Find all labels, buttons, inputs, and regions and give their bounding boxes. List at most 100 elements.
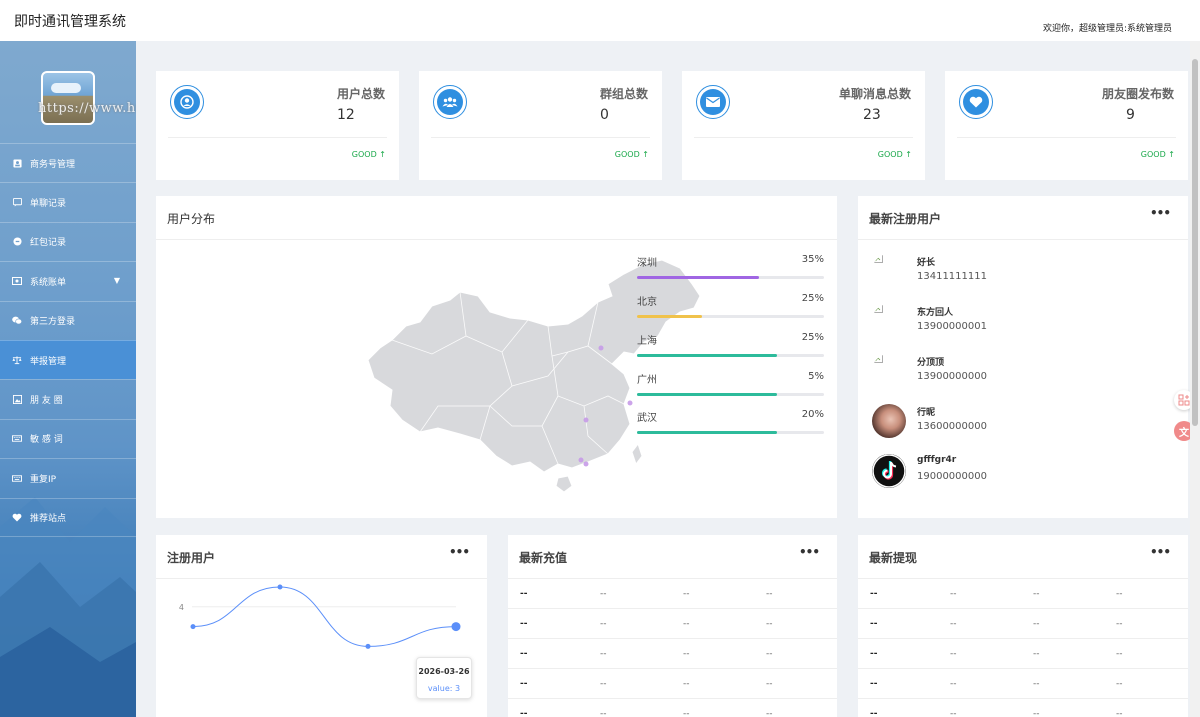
table-cell: -- [683, 709, 690, 717]
sidebar: https://www.huzhan.com/ishop47990 商务号管理 … [0, 41, 136, 717]
sidebar-item-chat-records[interactable]: 单聊记录 [0, 182, 136, 221]
table-cell: -- [1116, 709, 1123, 717]
data-point [277, 584, 283, 590]
status-badge: GOOD ↑ [877, 150, 912, 159]
table-row[interactable]: -- -- -- -- [858, 699, 1188, 717]
more-icon[interactable]: ••• [1150, 545, 1171, 559]
table-row[interactable]: -- -- -- -- [508, 669, 837, 699]
stat-value: 12 [337, 107, 355, 123]
user-name: 东方回人 [917, 308, 954, 318]
table-cell: -- [950, 589, 957, 599]
keyboard-icon [12, 434, 22, 444]
sidebar-item-business-accounts[interactable]: 商务号管理 [0, 143, 136, 182]
progress-bar [637, 431, 824, 434]
user-icon [170, 85, 204, 119]
sidebar-item-system-bills[interactable]: 系统账单 ▼ [0, 261, 136, 300]
stat-label: 群组总数 [599, 87, 648, 101]
city-name: 广州 [637, 375, 657, 386]
table-cell: -- [600, 589, 607, 599]
coin-icon [12, 237, 22, 247]
user-distribution-panel: 用户分布 深圳 35% 北京 25% 上海 25% 广州 5% 武汉 20% [156, 196, 837, 518]
sidebar-item-third-party-login[interactable]: 第三方登录 [0, 300, 136, 340]
user-phone: 13411111111 [917, 271, 987, 282]
table-cell: -- [950, 679, 957, 689]
sidebar-item-label: 第三方登录 [30, 317, 76, 328]
user-name: 行昵 [917, 408, 936, 418]
stat-label: 用户总数 [336, 87, 385, 101]
arrow-up-icon: ↑ [905, 150, 912, 159]
user-name: gfffgr4r [917, 455, 957, 465]
data-point [190, 624, 196, 630]
stat-label: 单聊消息总数 [838, 87, 911, 101]
chart-tooltip: 2026-03-26 value: 3 [416, 657, 472, 699]
table-cell: -- [520, 649, 528, 659]
city-stat-beijing: 北京 25% [637, 293, 824, 318]
table-cell: -- [600, 709, 607, 717]
sidebar-item-duplicate-ip[interactable]: 重复IP [0, 458, 136, 497]
city-percent: 25% [801, 293, 824, 304]
table-cell: -- [1033, 679, 1040, 689]
stat-card-moments: 朋友圈发布数 9 GOOD ↑ [945, 71, 1188, 180]
table-cell: -- [520, 589, 528, 599]
table-cell: -- [766, 649, 773, 659]
more-icon[interactable]: ••• [1150, 206, 1171, 220]
table-cell: -- [950, 709, 957, 717]
data-point [451, 622, 461, 632]
sidebar-item-moments[interactable]: 朋 友 圈 [0, 379, 136, 418]
user-phone: 19000000000 [917, 471, 987, 482]
sidebar-item-red-packets[interactable]: 红包记录 [0, 221, 136, 261]
sidebar-item-label: 敏 感 词 [30, 435, 63, 446]
table-row[interactable]: -- -- -- -- [858, 609, 1188, 639]
status-badge: GOOD ↑ [351, 150, 386, 159]
table-cell: -- [870, 619, 878, 629]
table-row[interactable]: -- -- -- -- [508, 579, 837, 609]
table-cell: -- [1033, 619, 1040, 629]
arrow-up-icon: ↑ [1168, 150, 1175, 159]
more-icon[interactable]: ••• [799, 545, 820, 559]
user-name: 好长 [917, 258, 936, 268]
city-stat-shanghai: 上海 25% [637, 332, 824, 357]
heart-icon [959, 85, 993, 119]
table-cell: -- [870, 649, 878, 659]
page-scrollbar[interactable] [1190, 41, 1200, 717]
sidebar-item-label: 系统账单 [30, 277, 67, 288]
tooltip-value: value: 3 [427, 684, 461, 693]
table-cell: -- [870, 589, 878, 599]
table-row[interactable]: -- -- -- -- [858, 669, 1188, 699]
bill-icon [12, 276, 22, 286]
latest-users-panel: 最新注册用户 ••• 好长 13411111111 东方回人 139000000… [858, 196, 1188, 518]
city-stat-shenzhen: 深圳 35% [637, 254, 824, 279]
sidebar-item-label: 红包记录 [30, 238, 67, 249]
scale-icon [12, 355, 22, 365]
table-cell: -- [683, 679, 690, 689]
table-cell: -- [870, 709, 878, 717]
table-row[interactable]: -- -- -- -- [508, 639, 837, 669]
admin-avatar[interactable] [41, 71, 95, 125]
registered-users-panel: 注册用户 ••• 864 2026-03-26 value: 3 [156, 535, 487, 717]
table-row[interactable]: -- -- -- -- [508, 699, 837, 717]
sidebar-item-recommended-sites[interactable]: 推荐站点 [0, 497, 136, 537]
sidebar-item-label: 举报管理 [30, 356, 67, 367]
table-row[interactable]: -- -- -- -- [508, 609, 837, 639]
table-row[interactable]: -- -- -- -- [858, 579, 1188, 609]
city-percent: 25% [801, 332, 824, 343]
more-icon[interactable]: ••• [449, 545, 470, 559]
table-cell: -- [1033, 589, 1040, 599]
panel-title: 用户分布 [156, 196, 837, 240]
sidebar-item-label: 商务号管理 [30, 159, 76, 170]
progress-bar [637, 315, 824, 318]
progress-bar [637, 276, 824, 279]
sidebar-item-label: 朋 友 圈 [30, 396, 63, 407]
user-name: 分顶顶 [917, 358, 945, 368]
table-cell: -- [683, 649, 690, 659]
table-cell: -- [520, 679, 528, 689]
sidebar-item-reports[interactable]: 举报管理 [0, 339, 136, 380]
sidebar-item-sensitive-words[interactable]: 敏 感 词 [0, 418, 136, 458]
user-phone: 13600000000 [917, 421, 987, 432]
top-header: 即时通讯管理系统 欢迎你，超级管理员:系统管理员 [0, 0, 1200, 41]
panel-title: 最新提现 ••• [858, 535, 1188, 579]
table-row[interactable]: -- -- -- -- [858, 639, 1188, 669]
city-stat-wuhan: 武汉 20% [637, 409, 824, 434]
city-name: 武汉 [637, 413, 657, 424]
chevron-down-icon[interactable]: ▼ [114, 276, 120, 285]
